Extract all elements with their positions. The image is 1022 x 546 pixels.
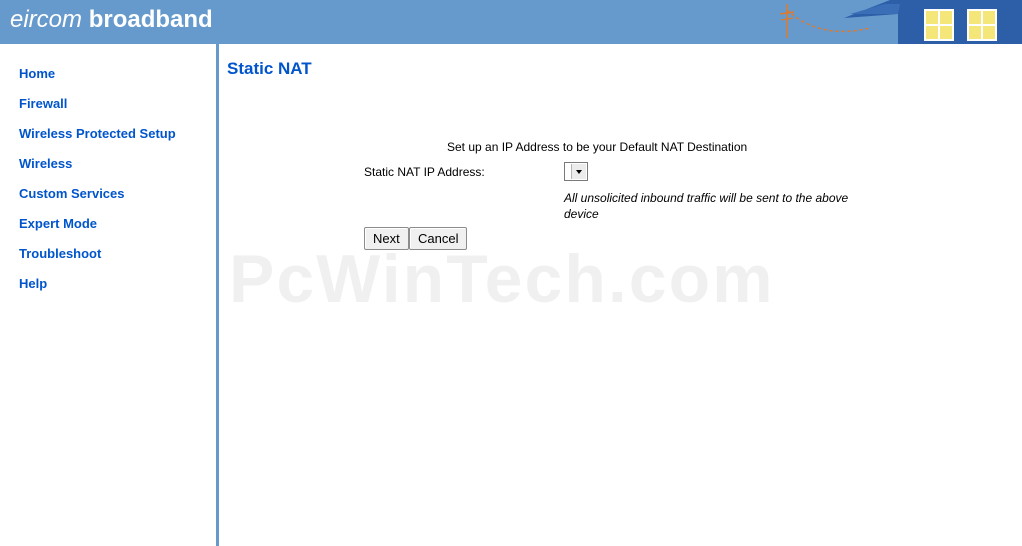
brand-light-text: eircom bbox=[10, 6, 83, 33]
chevron-down-icon[interactable] bbox=[571, 164, 586, 179]
nav-list: Home Firewall Wireless Protected Setup W… bbox=[19, 66, 209, 306]
house-windows-illustration bbox=[779, 0, 1022, 44]
cancel-button[interactable]: Cancel bbox=[409, 227, 468, 250]
intro-text: Set up an IP Address to be your Default … bbox=[447, 140, 748, 154]
sidebar-item-troubleshoot[interactable]: Troubleshoot bbox=[19, 246, 209, 262]
sidebar-item-wireless-protected-setup[interactable]: Wireless Protected Setup bbox=[19, 126, 209, 142]
watermark: PcWinTech.com bbox=[229, 241, 775, 317]
brand-bold-text: broadband bbox=[88, 6, 213, 33]
sidebar-item-help[interactable]: Help bbox=[19, 276, 209, 292]
sidebar-nav: Home Firewall Wireless Protected Setup W… bbox=[0, 44, 216, 546]
router-admin-page: eircom broadband Home Firewall Wireless … bbox=[0, 0, 1022, 546]
sidebar-item-firewall[interactable]: Firewall bbox=[19, 96, 209, 112]
page-title: Static NAT bbox=[227, 59, 312, 78]
header-banner: eircom broadband bbox=[0, 0, 1022, 44]
brand-logo: eircom broadband bbox=[10, 6, 213, 34]
static-nat-ip-label: Static NAT IP Address: bbox=[364, 165, 485, 179]
sidebar-item-home[interactable]: Home bbox=[19, 66, 209, 82]
main-content: Static NAT Set up an IP Address to be yo… bbox=[219, 44, 1022, 546]
hint-text: All unsolicited inbound traffic will be … bbox=[564, 191, 849, 221]
sidebar-item-custom-services[interactable]: Custom Services bbox=[19, 186, 209, 202]
sidebar-item-wireless[interactable]: Wireless bbox=[19, 156, 209, 172]
static-nat-ip-select[interactable] bbox=[564, 162, 588, 181]
next-button[interactable]: Next bbox=[364, 227, 409, 250]
sidebar-item-expert-mode[interactable]: Expert Mode bbox=[19, 216, 209, 232]
